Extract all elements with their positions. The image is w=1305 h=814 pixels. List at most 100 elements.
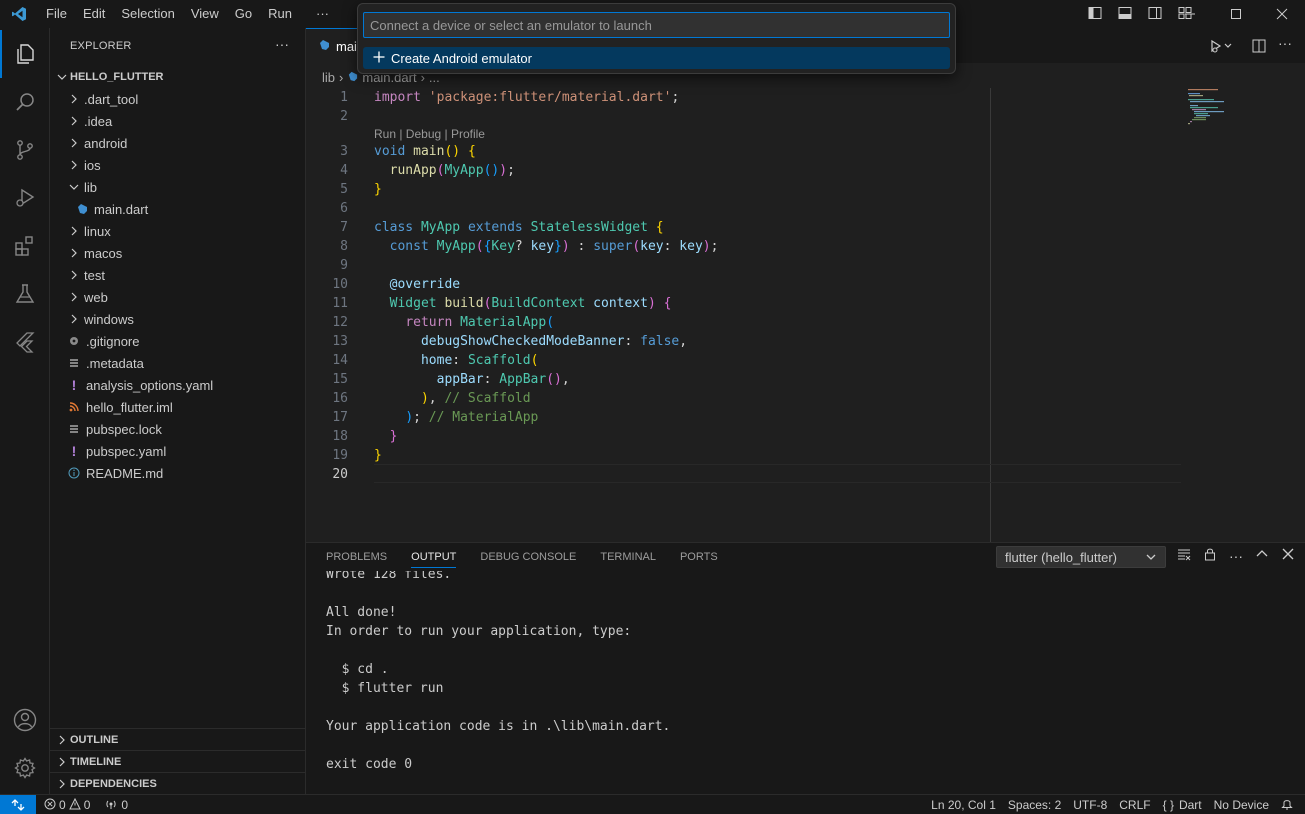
folder-item[interactable]: windows bbox=[50, 308, 305, 330]
chevron-right-icon bbox=[66, 314, 82, 324]
output-line: In order to run your application, type: bbox=[326, 624, 632, 639]
status-bar: 0 0 0 Ln 20, Col 1 Spaces: 2 UTF-8 CRLF … bbox=[0, 794, 1305, 814]
chevron-down-icon bbox=[1145, 550, 1157, 567]
code-line: 7 class MyApp extends StatelessWidget { bbox=[340, 220, 664, 235]
minimize-icon[interactable] bbox=[1167, 0, 1213, 28]
accounts-icon[interactable] bbox=[0, 696, 50, 744]
tab-terminal[interactable]: TERMINAL bbox=[600, 551, 656, 563]
menu-selection[interactable]: Selection bbox=[113, 0, 182, 28]
file-item[interactable]: .metadata bbox=[50, 352, 305, 374]
minimap[interactable] bbox=[1186, 88, 1246, 128]
timeline-section[interactable]: TIMELINE bbox=[50, 750, 305, 772]
extensions-icon[interactable] bbox=[0, 222, 50, 270]
menu-edit[interactable]: Edit bbox=[75, 0, 113, 28]
outline-section[interactable]: OUTLINE bbox=[50, 728, 305, 750]
menu-file[interactable]: File bbox=[38, 0, 75, 28]
tab-problems[interactable]: PROBLEMS bbox=[326, 551, 387, 563]
toggle-panel-icon[interactable] bbox=[1117, 5, 1133, 24]
remote-indicator-icon[interactable] bbox=[0, 795, 36, 814]
notifications-bell-icon[interactable] bbox=[1281, 797, 1293, 813]
file-item[interactable]: .gitignore bbox=[50, 330, 305, 352]
menu-more[interactable]: ··· bbox=[308, 0, 337, 28]
toggle-secondary-sidebar-icon[interactable] bbox=[1147, 5, 1163, 24]
toggle-primary-sidebar-icon[interactable] bbox=[1087, 5, 1103, 24]
folder-item[interactable]: android bbox=[50, 132, 305, 154]
tab-output[interactable]: OUTPUT bbox=[411, 551, 457, 568]
folder-item[interactable]: lib bbox=[50, 176, 305, 198]
run-debug-dropdown-icon[interactable] bbox=[1211, 39, 1233, 56]
settings-gear-icon[interactable] bbox=[0, 744, 50, 792]
chevron-right-icon bbox=[66, 292, 82, 302]
chevron-right-icon bbox=[54, 779, 70, 789]
tab-debug-console[interactable]: DEBUG CONSOLE bbox=[480, 551, 576, 563]
flutter-icon[interactable] bbox=[0, 318, 50, 366]
folder-item[interactable]: test bbox=[50, 264, 305, 286]
tree-item-label: main.dart bbox=[94, 201, 149, 217]
menu-run[interactable]: Run bbox=[260, 0, 300, 28]
panel-tabs: PROBLEMS OUTPUT DEBUG CONSOLE TERMINAL P… bbox=[326, 543, 718, 571]
explorer-more-actions-icon[interactable]: ··· bbox=[275, 36, 289, 52]
run-debug-icon[interactable] bbox=[0, 174, 50, 222]
tab-ports[interactable]: PORTS bbox=[680, 551, 718, 563]
clear-output-icon[interactable] bbox=[1177, 547, 1191, 564]
code-line: 5} bbox=[340, 182, 382, 197]
end-of-line[interactable]: CRLF bbox=[1119, 798, 1150, 812]
output-line: $ flutter run bbox=[326, 681, 444, 696]
maximize-icon[interactable] bbox=[1213, 0, 1259, 28]
readme-info-icon bbox=[66, 467, 82, 479]
ports-status[interactable]: 0 bbox=[104, 798, 128, 813]
source-control-icon[interactable] bbox=[0, 126, 50, 174]
dependencies-section[interactable]: DEPENDENCIES bbox=[50, 772, 305, 794]
section-label: OUTLINE bbox=[70, 733, 119, 746]
split-editor-icon[interactable] bbox=[1252, 39, 1266, 56]
file-item[interactable]: pubspec.lock bbox=[50, 418, 305, 440]
braces-icon: { } bbox=[1162, 798, 1174, 812]
lock-scroll-icon[interactable] bbox=[1203, 547, 1217, 564]
folder-item[interactable]: .idea bbox=[50, 110, 305, 132]
maximize-panel-icon[interactable] bbox=[1255, 547, 1269, 564]
encoding[interactable]: UTF-8 bbox=[1073, 798, 1107, 812]
language-mode[interactable]: { } Dart bbox=[1163, 798, 1202, 812]
file-item[interactable]: hello_flutter.iml bbox=[50, 396, 305, 418]
create-android-emulator-label: Create Android emulator bbox=[391, 50, 532, 66]
menu-view[interactable]: View bbox=[183, 0, 227, 28]
code-line: 10 @override bbox=[332, 277, 461, 292]
panel-more-actions-icon[interactable]: ··· bbox=[1229, 548, 1243, 564]
project-folder[interactable]: HELLO_FLUTTER bbox=[50, 66, 305, 88]
file-item[interactable]: README.md bbox=[50, 462, 305, 484]
device-quick-pick: Create Android emulator bbox=[357, 3, 956, 74]
explorer-icon[interactable] bbox=[0, 30, 50, 78]
cursor-position[interactable]: Ln 20, Col 1 bbox=[931, 798, 996, 812]
file-item[interactable]: main.dart bbox=[50, 198, 305, 220]
file-item[interactable]: ! pubspec.yaml bbox=[50, 440, 305, 462]
indentation[interactable]: Spaces: 2 bbox=[1008, 798, 1061, 812]
folder-item[interactable]: macos bbox=[50, 242, 305, 264]
folder-item[interactable]: ios bbox=[50, 154, 305, 176]
folder-item[interactable]: .dart_tool bbox=[50, 88, 305, 110]
editor-more-actions-icon[interactable]: ··· bbox=[1278, 35, 1292, 51]
codelens-run-debug-profile[interactable]: Run | Debug | Profile bbox=[374, 127, 485, 141]
folder-item[interactable]: linux bbox=[50, 220, 305, 242]
problems-status[interactable]: 0 0 bbox=[44, 797, 90, 813]
tree-item-label: .dart_tool bbox=[84, 91, 139, 107]
tree-item-label: hello_flutter.iml bbox=[86, 399, 173, 415]
close-panel-icon[interactable] bbox=[1281, 547, 1295, 564]
device-selector[interactable]: No Device bbox=[1214, 798, 1269, 812]
output-channel-select[interactable]: flutter (hello_flutter) bbox=[996, 546, 1166, 568]
testing-icon[interactable] bbox=[0, 270, 50, 318]
close-window-icon[interactable] bbox=[1259, 0, 1305, 28]
file-item[interactable]: ! analysis_options.yaml bbox=[50, 374, 305, 396]
breadcrumb-folder[interactable]: lib bbox=[322, 70, 335, 85]
create-android-emulator-item[interactable]: Create Android emulator bbox=[363, 47, 950, 69]
search-icon[interactable] bbox=[0, 78, 50, 126]
tree-item-label: android bbox=[84, 135, 128, 151]
error-icon bbox=[44, 798, 56, 813]
tree-item-label: ios bbox=[84, 157, 101, 173]
code-line: 1 import 'package:flutter/material.dart'; bbox=[340, 90, 680, 105]
dart-file-icon bbox=[318, 39, 330, 54]
menu-go[interactable]: Go bbox=[227, 0, 260, 28]
section-label: DEPENDENCIES bbox=[70, 777, 157, 790]
device-search-input[interactable] bbox=[363, 12, 950, 38]
output-view[interactable]: Wrote 128 files. All done! In order to r… bbox=[306, 571, 1305, 795]
folder-item[interactable]: web bbox=[50, 286, 305, 308]
